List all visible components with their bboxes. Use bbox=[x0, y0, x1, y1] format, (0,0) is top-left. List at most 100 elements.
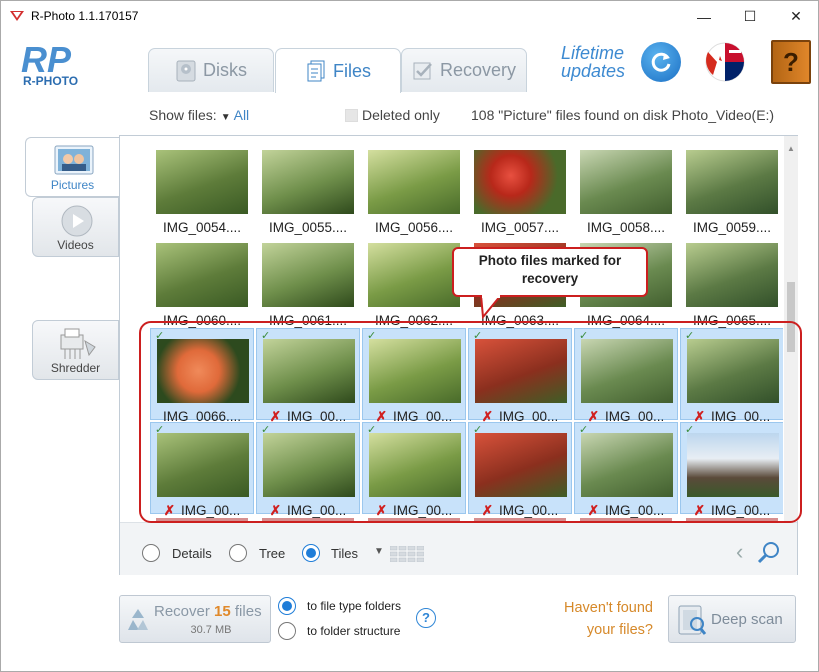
file-tile[interactable]: ✓ ✗ IMG_00... bbox=[256, 328, 360, 424]
close-button[interactable]: ✕ bbox=[773, 1, 819, 32]
photo-thumbnail bbox=[262, 150, 354, 214]
lifetime-line1: Lifetime bbox=[561, 43, 625, 63]
tiles-size-dropdown-icon[interactable]: ▼ bbox=[374, 546, 384, 557]
file-tile[interactable]: IMG_0062.... bbox=[362, 233, 466, 328]
shredder-icon bbox=[60, 328, 96, 359]
file-tile[interactable]: ✓ ✗ IMG_00... bbox=[362, 422, 466, 518]
checkmark-icon[interactable]: ✓ bbox=[155, 329, 164, 342]
checkmark-icon[interactable]: ✓ bbox=[367, 329, 376, 342]
checkmark-icon[interactable]: ✓ bbox=[261, 423, 270, 436]
checkmark-icon[interactable]: ✓ bbox=[579, 329, 588, 342]
disk-icon bbox=[176, 60, 196, 81]
file-tile[interactable]: ✓ ✗ IMG_00... bbox=[574, 328, 678, 424]
checkmark-icon[interactable]: ✓ bbox=[473, 329, 482, 342]
deleted-mark-icon: ✗ bbox=[693, 503, 706, 518]
photo-thumbnail bbox=[581, 433, 673, 497]
checkmark-icon[interactable]: ✓ bbox=[685, 423, 694, 436]
chevron-left-icon[interactable]: ‹ bbox=[736, 539, 743, 565]
deep-scan-icon bbox=[678, 605, 707, 635]
vertical-scrollbar[interactable]: ▲ bbox=[784, 136, 798, 521]
update-button[interactable] bbox=[641, 42, 681, 82]
photo-thumbnail bbox=[580, 150, 672, 214]
checkmark-icon[interactable]: ✓ bbox=[473, 423, 482, 436]
photo-thumbnail-partial bbox=[686, 518, 778, 521]
tree-radio[interactable] bbox=[229, 544, 247, 562]
search-icon[interactable] bbox=[757, 541, 781, 565]
scroll-up-icon[interactable]: ▲ bbox=[787, 144, 795, 153]
details-label: Details bbox=[172, 546, 212, 561]
file-tile[interactable]: IMG_0055.... bbox=[256, 140, 360, 235]
checkmark-icon[interactable]: ✓ bbox=[367, 423, 376, 436]
tab-files[interactable]: Files bbox=[275, 48, 401, 93]
file-name: ✗ IMG_00... bbox=[469, 503, 571, 519]
details-radio[interactable] bbox=[142, 544, 160, 562]
sidebar-item-videos[interactable]: Videos bbox=[32, 197, 119, 257]
checkmark-icon[interactable]: ✓ bbox=[261, 329, 270, 342]
havent-found-link[interactable]: Haven't found your files? bbox=[535, 597, 653, 641]
file-tile[interactable]: IMG_0065.... bbox=[680, 233, 783, 328]
file-name: ✗ IMG_00... bbox=[151, 503, 253, 519]
photo-thumbnail bbox=[369, 339, 461, 403]
tab-files-label: Files bbox=[332, 60, 371, 81]
file-type-folders-radio[interactable] bbox=[278, 597, 296, 615]
file-tile[interactable]: ✓ ✗ IMG_00... bbox=[680, 328, 783, 424]
photo-thumbnail bbox=[475, 339, 567, 403]
file-tile[interactable]: IMG_0059.... bbox=[680, 140, 783, 235]
tree-label: Tree bbox=[259, 546, 286, 561]
recovery-callout: Photo files marked for recovery bbox=[452, 247, 648, 297]
file-name-text: IMG_0061.... bbox=[268, 313, 348, 328]
file-name: ✗ IMG_00... bbox=[575, 503, 677, 519]
checkmark-icon[interactable]: ✓ bbox=[685, 329, 694, 342]
maximize-button[interactable]: ☐ bbox=[727, 1, 773, 32]
photo-thumbnail bbox=[687, 433, 779, 497]
file-tile[interactable]: IMG_0057.... bbox=[468, 140, 572, 235]
files-icon bbox=[307, 60, 325, 82]
recover-files-button[interactable]: Recover 15 files 30.7 MB bbox=[119, 595, 271, 643]
file-tile[interactable]: ✓ IMG_0066.... bbox=[150, 328, 254, 424]
deleted-mark-icon: ✗ bbox=[269, 503, 282, 518]
file-tile[interactable]: ✓ ✗ IMG_00... bbox=[468, 422, 572, 518]
help-question-icon[interactable]: ? bbox=[416, 608, 436, 628]
photo-thumbnail bbox=[686, 243, 778, 307]
file-tile[interactable]: ✓ ✗ IMG_00... bbox=[574, 422, 678, 518]
language-button[interactable] bbox=[705, 42, 745, 82]
deleted-only-checkbox[interactable] bbox=[345, 108, 358, 122]
deep-scan-button[interactable]: Deep scan bbox=[668, 595, 796, 643]
minimize-button[interactable]: — bbox=[681, 1, 727, 32]
scroll-thumb[interactable] bbox=[787, 282, 795, 352]
file-tiles-grid[interactable]: IMG_0054.... IMG_0055.... IMG_0056.... IMG_… bbox=[120, 136, 783, 521]
file-tile[interactable]: ✓ ✗ IMG_00... bbox=[680, 422, 783, 518]
deleted-mark-icon: ✗ bbox=[375, 503, 388, 518]
checkmark-icon[interactable]: ✓ bbox=[155, 423, 164, 436]
file-tile[interactable]: IMG_0054.... bbox=[150, 140, 254, 235]
photo-thumbnail bbox=[686, 150, 778, 214]
deleted-mark-icon: ✗ bbox=[163, 503, 176, 518]
show-files-control[interactable]: Show files: ▼ All bbox=[149, 107, 249, 123]
tiles-size-icon[interactable] bbox=[390, 546, 424, 562]
checkmark-icon[interactable]: ✓ bbox=[579, 423, 588, 436]
photo-thumbnail-partial bbox=[262, 518, 354, 521]
lifetime-updates-text[interactable]: Lifetime updates bbox=[561, 44, 625, 80]
file-tile[interactable]: IMG_0058.... bbox=[574, 140, 678, 235]
file-tile[interactable]: ✓ ✗ IMG_00... bbox=[150, 422, 254, 518]
folder-structure-radio[interactable] bbox=[278, 622, 296, 640]
file-name: ✗ IMG_00... bbox=[681, 503, 783, 519]
deleted-only-toggle[interactable]: Deleted only bbox=[345, 107, 440, 123]
file-name: IMG_0062.... bbox=[362, 313, 466, 328]
file-tile[interactable]: ✓ ✗ IMG_00... bbox=[362, 328, 466, 424]
sidebar-item-shredder[interactable]: Shredder bbox=[32, 320, 119, 380]
file-name: IMG_0065.... bbox=[680, 313, 783, 328]
tab-recovery[interactable]: Recovery bbox=[401, 48, 527, 92]
tiles-radio[interactable] bbox=[302, 544, 320, 562]
file-tile[interactable]: IMG_0061.... bbox=[256, 233, 360, 328]
show-files-value[interactable]: All bbox=[234, 107, 250, 123]
deep-scan-label: Deep scan bbox=[711, 611, 783, 628]
app-icon bbox=[10, 11, 24, 21]
file-tile[interactable]: ✓ ✗ IMG_00... bbox=[256, 422, 360, 518]
tab-disks[interactable]: Disks bbox=[148, 48, 274, 92]
sidebar-item-pictures[interactable]: Pictures bbox=[25, 137, 119, 197]
file-tile[interactable]: IMG_0056.... bbox=[362, 140, 466, 235]
help-book-icon[interactable]: ? bbox=[771, 40, 811, 84]
file-tile[interactable]: ✓ ✗ IMG_00... bbox=[468, 328, 572, 424]
file-tile[interactable]: IMG_0060.... bbox=[150, 233, 254, 328]
